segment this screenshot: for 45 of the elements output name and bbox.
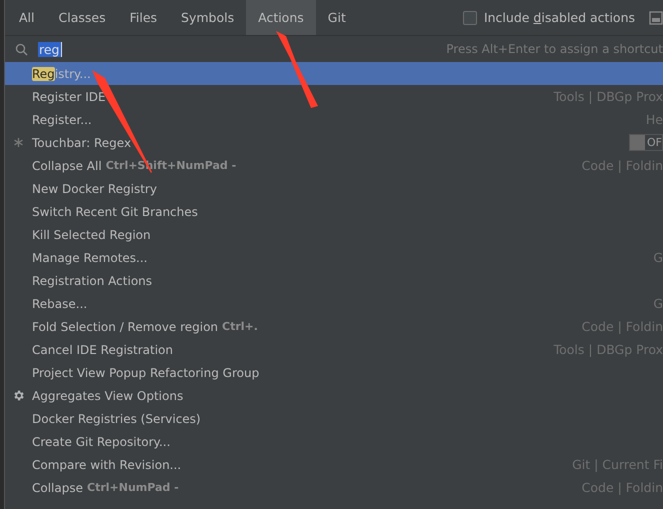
action-row[interactable]: Docker Registries (Services) xyxy=(5,407,663,430)
action-row[interactable]: Create Git Repository... xyxy=(5,430,663,453)
tab[interactable]: Classes xyxy=(46,0,118,35)
action-name: New Docker Registry xyxy=(32,182,157,196)
action-row[interactable]: Registration Actions xyxy=(5,269,663,292)
action-row[interactable]: Project View Popup Refactoring Group xyxy=(5,361,663,384)
shortcut: Ctrl+NumPad - xyxy=(87,481,179,494)
action-name: Switch Recent Git Branches xyxy=(32,204,198,218)
tab[interactable]: Files xyxy=(118,0,170,35)
action-name: Registration Actions xyxy=(32,274,152,288)
tab[interactable]: Actions xyxy=(246,0,316,35)
search-hint: Press Alt+Enter to assign a shortcut xyxy=(446,42,663,56)
action-name: Aggregates View Options xyxy=(32,388,184,402)
action-name: Register IDE xyxy=(32,90,106,104)
action-name: Manage Remotes... xyxy=(32,250,148,264)
tab[interactable]: Symbols xyxy=(169,0,246,35)
action-name: Project View Popup Refactoring Group xyxy=(32,366,260,380)
action-name: Docker Registries (Services) xyxy=(32,412,201,426)
action-name: Collapse All xyxy=(32,158,102,172)
action-name: Touchbar: Regex xyxy=(32,136,132,150)
checkbox[interactable] xyxy=(462,10,477,24)
action-row[interactable]: Kill Selected Region xyxy=(5,223,663,246)
search-field[interactable]: reg xyxy=(38,42,62,56)
checkbox-label: Include disabled actions xyxy=(484,10,635,25)
gear-icon xyxy=(12,389,25,402)
action-row[interactable]: Aggregates View Options xyxy=(5,384,663,407)
action-name: Register... xyxy=(32,112,92,126)
asterisk-icon xyxy=(13,137,24,148)
action-name: Registry... xyxy=(32,66,91,80)
action-name: Cancel IDE Registration xyxy=(32,342,174,356)
action-name: Rebase... xyxy=(32,296,88,310)
action-row[interactable]: Switch Recent Git Branches xyxy=(5,200,663,223)
tab[interactable]: All xyxy=(7,0,46,35)
action-name: Kill Selected Region xyxy=(32,228,151,242)
search-icon xyxy=(15,42,28,56)
toggle-switch[interactable]: OF xyxy=(629,134,663,151)
action-name: Compare with Revision... xyxy=(32,458,182,472)
shortcut: Ctrl+. xyxy=(222,320,258,333)
pin-icon[interactable] xyxy=(649,10,663,24)
action-name: Create Git Repository... xyxy=(32,434,170,448)
action-name: Collapse xyxy=(32,480,83,494)
action-row[interactable]: New Docker Registry xyxy=(5,177,663,200)
action-row[interactable]: Registry... xyxy=(5,62,663,85)
action-name: Fold Selection / Remove region xyxy=(32,320,218,334)
tab[interactable]: Git xyxy=(316,0,358,35)
